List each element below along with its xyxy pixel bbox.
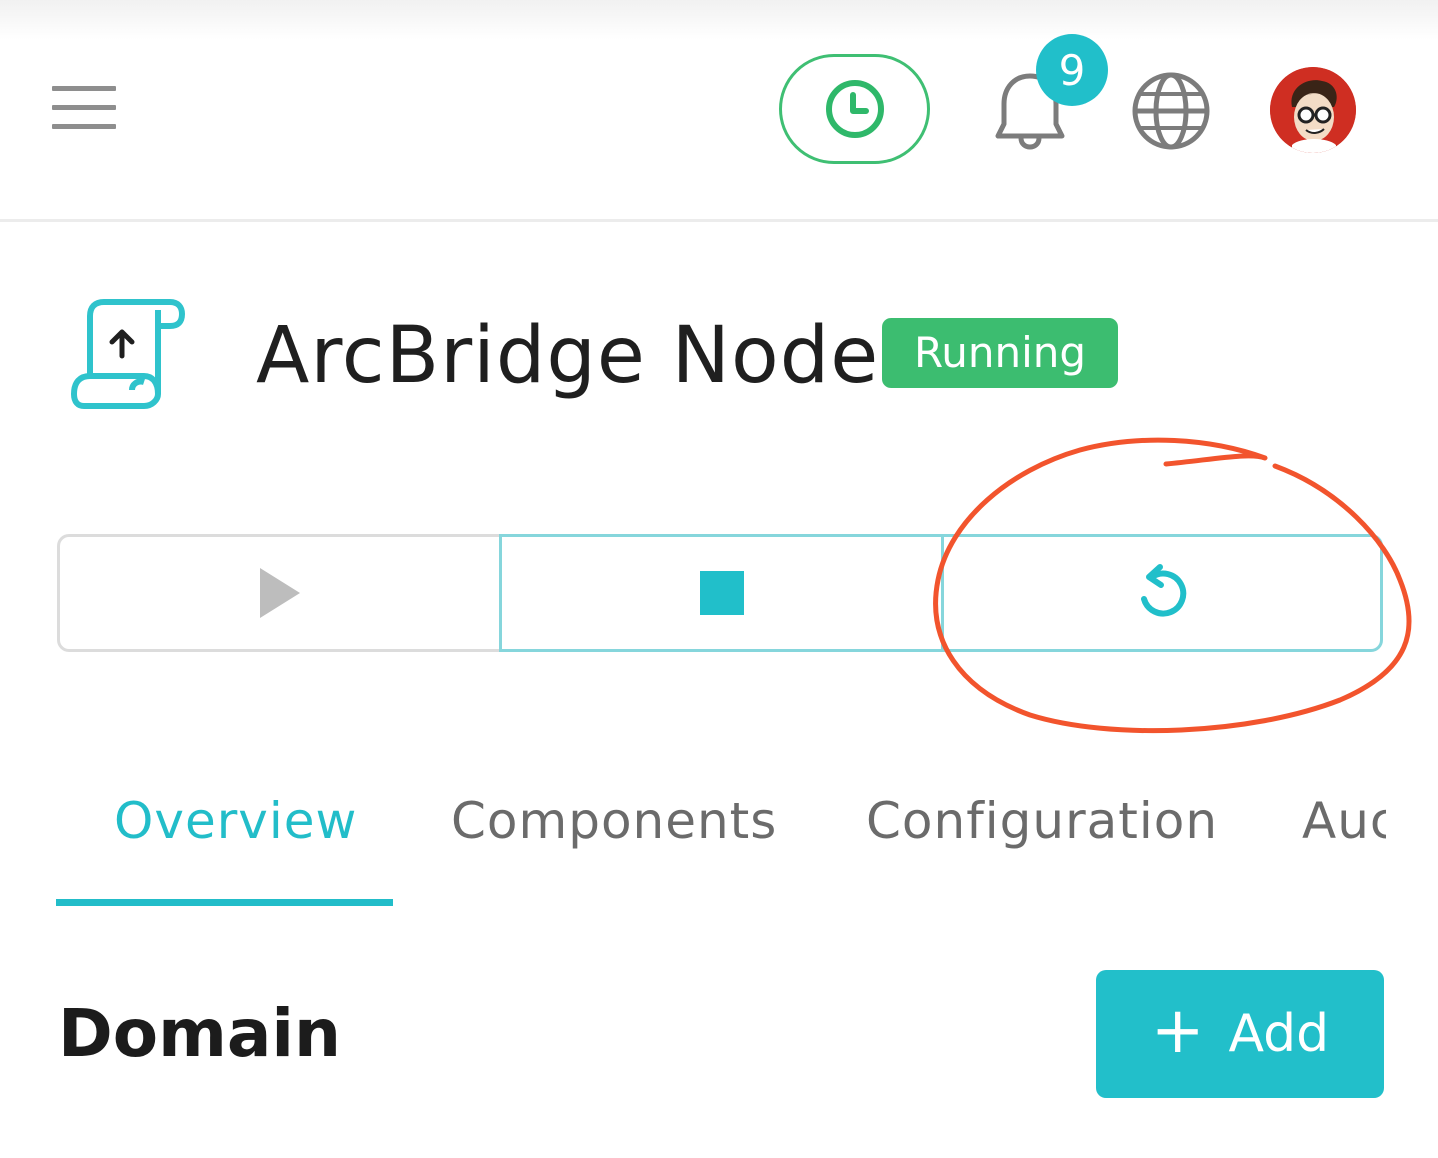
start-button[interactable] <box>57 534 499 652</box>
scroll-upload-icon <box>71 299 185 409</box>
stop-button[interactable] <box>499 534 941 652</box>
active-tab-indicator <box>56 899 393 906</box>
tab-configuration[interactable]: Configuration <box>866 792 1218 850</box>
tab-components[interactable]: Components <box>451 792 777 850</box>
tab-overview[interactable]: Overview <box>114 792 357 850</box>
stop-icon <box>699 571 744 615</box>
clock-button[interactable] <box>779 54 930 164</box>
tab-audit[interactable]: Auc <box>1302 792 1386 850</box>
section-title: Domain <box>58 995 342 1072</box>
user-avatar[interactable] <box>1270 67 1356 153</box>
clock-icon <box>825 80 884 138</box>
play-icon <box>259 568 300 618</box>
notification-count-badge: 9 <box>1036 34 1108 106</box>
status-badge: Running <box>882 318 1118 388</box>
add-button-label: Add <box>1228 1004 1330 1064</box>
page: 9 ArcBridge Node Running Overview Compon… <box>0 0 1438 1158</box>
globe-icon[interactable] <box>1130 70 1212 152</box>
page-title: ArcBridge Node <box>256 311 880 401</box>
plus-icon: + <box>1150 994 1205 1068</box>
tab-bar: Overview Components Configuration Auc <box>56 780 1386 910</box>
restart-icon <box>1141 564 1187 617</box>
top-app-bar: 9 <box>0 0 1438 222</box>
hamburger-menu-icon[interactable] <box>52 86 116 132</box>
action-button-group <box>57 534 1383 652</box>
add-domain-button[interactable]: + Add <box>1096 970 1384 1098</box>
restart-button[interactable] <box>941 534 1383 652</box>
